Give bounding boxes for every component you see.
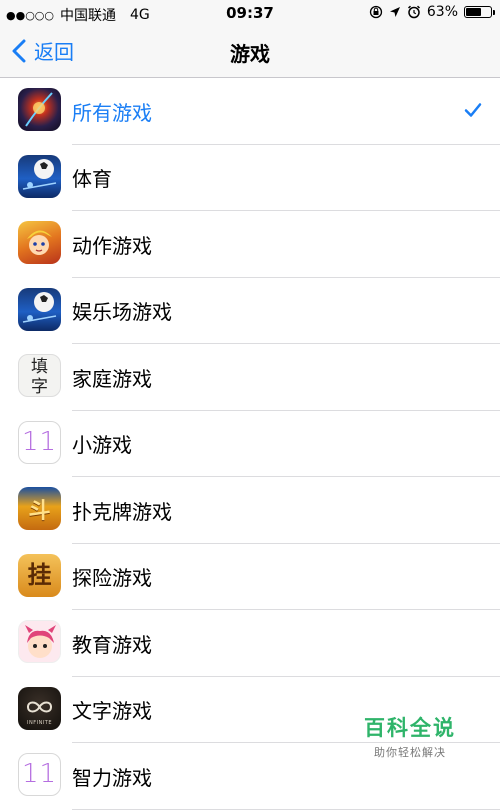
list-item-casino-games[interactable]: 娱乐场游戏 bbox=[0, 278, 500, 345]
list-item-label: 小游戏 bbox=[72, 433, 132, 458]
list-item-label: 教育游戏 bbox=[72, 632, 152, 657]
list-item-mini-games[interactable]: 11 小游戏 bbox=[0, 411, 500, 478]
list-item-family-games[interactable]: 填字 家庭游戏 bbox=[0, 344, 500, 411]
battery-level bbox=[466, 8, 481, 16]
list-item-sports[interactable]: 体育 bbox=[0, 145, 500, 212]
educational-games-icon bbox=[18, 620, 61, 663]
ios11-icon-text: 11 bbox=[21, 759, 58, 789]
family-icon-text: 填字 bbox=[31, 357, 48, 397]
status-bar: ●●○○○ 中国联通 4G 09:37 63% bbox=[0, 0, 500, 26]
list-item-label: 动作游戏 bbox=[72, 233, 152, 258]
word-icon-text: INFINITE bbox=[27, 719, 52, 726]
card-games-icon: 斗 bbox=[18, 487, 61, 530]
list-item-label: 娱乐场游戏 bbox=[72, 300, 172, 325]
list-item-all-games[interactable]: 所有游戏 bbox=[0, 78, 500, 145]
watermark-subtitle: 助你轻松解决 bbox=[374, 746, 446, 759]
casino-games-icon bbox=[18, 287, 61, 331]
battery-percent: 63% bbox=[426, 4, 458, 20]
list-item-card-games[interactable]: 斗 扑克牌游戏 bbox=[0, 477, 500, 544]
checkmark-icon bbox=[464, 103, 482, 117]
list-item-label: 智力游戏 bbox=[72, 765, 152, 790]
word-games-icon: INFINITE bbox=[18, 686, 61, 730]
status-right: 63% bbox=[369, 4, 495, 20]
list-item-educational-games[interactable]: 教育游戏 bbox=[0, 610, 500, 677]
action-games-icon bbox=[18, 221, 61, 264]
card-icon-text: 斗 bbox=[28, 499, 51, 524]
sports-icon bbox=[18, 154, 61, 198]
battery-icon bbox=[464, 6, 495, 18]
alarm-icon bbox=[407, 5, 420, 19]
watermark-logo: 百科全说 助你轻松解决 bbox=[364, 712, 456, 760]
list-item-label: 体育 bbox=[72, 167, 112, 192]
ios11-icon-text: 11 bbox=[21, 426, 58, 457]
list-item-label: 家庭游戏 bbox=[72, 366, 152, 391]
all-games-icon bbox=[18, 88, 61, 131]
watermark-title: 百科全说 bbox=[364, 716, 456, 740]
list-item-action-games[interactable]: 动作游戏 bbox=[0, 211, 500, 278]
orientation-lock-icon bbox=[369, 5, 383, 19]
adventure-games-icon: 挂 bbox=[18, 553, 61, 597]
game-category-list: 所有游戏 体育 动作游戏 娱乐场游戏 填字 家庭游戏 11 小游戏 斗 扑克牌游… bbox=[0, 78, 500, 810]
navigation-bar: 返回 游戏 bbox=[0, 26, 500, 78]
adventure-icon-text: 挂 bbox=[27, 560, 52, 589]
list-item-label: 扑克牌游戏 bbox=[72, 499, 172, 524]
list-item-adventure-games[interactable]: 挂 探险游戏 bbox=[0, 544, 500, 611]
family-games-icon: 填字 bbox=[18, 354, 61, 397]
list-item-label: 文字游戏 bbox=[72, 699, 152, 724]
page-title: 游戏 bbox=[230, 42, 270, 66]
list-item-label: 探险游戏 bbox=[72, 566, 152, 591]
list-item-label: 所有游戏 bbox=[72, 100, 152, 125]
mini-games-icon: 11 bbox=[18, 420, 61, 464]
location-arrow-icon bbox=[389, 7, 400, 17]
